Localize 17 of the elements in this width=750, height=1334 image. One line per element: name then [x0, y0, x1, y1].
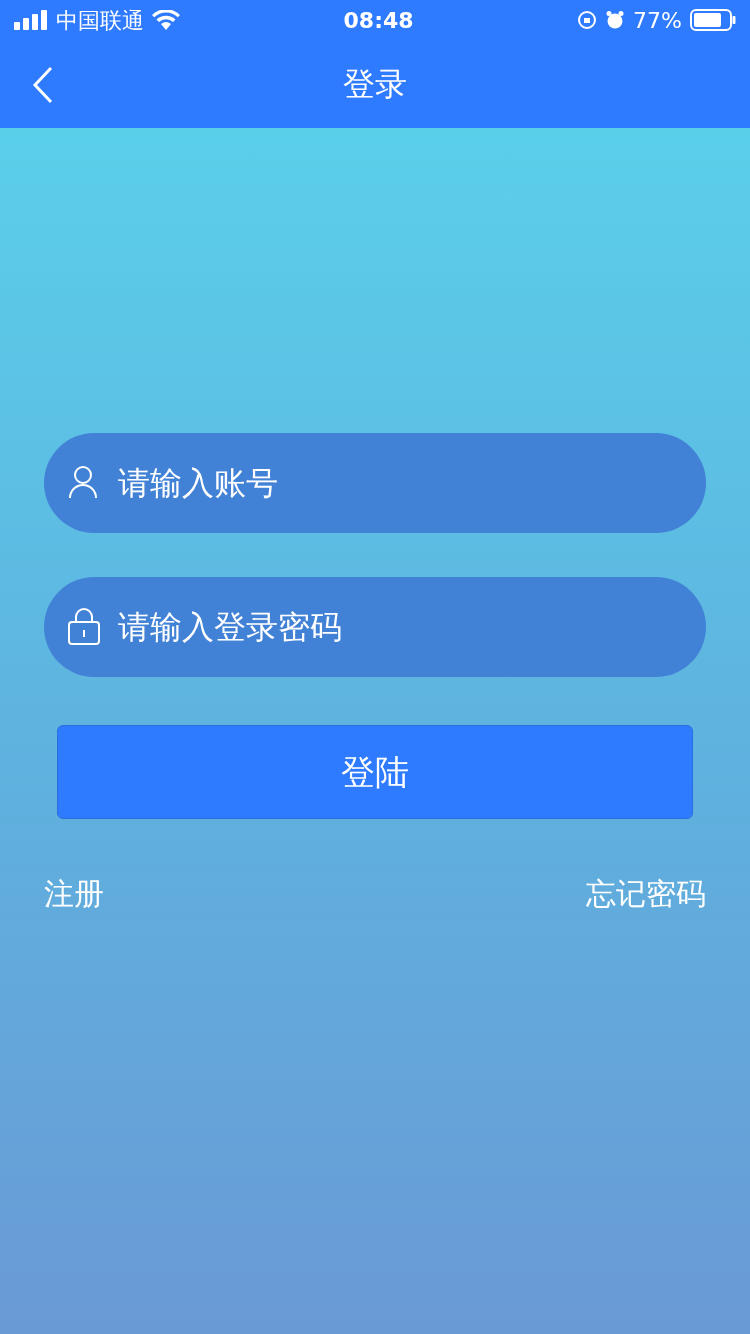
user-icon: [68, 465, 98, 499]
orientation-lock-icon: [577, 10, 598, 30]
register-link[interactable]: 注册: [44, 871, 104, 916]
clock-time: 08:48: [343, 6, 414, 35]
page-title: 登录: [343, 64, 407, 105]
signal-icon: [14, 10, 48, 30]
alarm-icon: [605, 10, 626, 30]
forgot-password-link[interactable]: 忘记密码: [586, 871, 706, 916]
login-button[interactable]: 登陆: [57, 725, 693, 819]
battery-icon: [690, 9, 736, 31]
back-icon: [32, 66, 54, 104]
battery-percent: 77%: [633, 6, 682, 35]
carrier-name: 中国联通: [56, 6, 144, 35]
lock-icon: [68, 607, 100, 645]
password-field[interactable]: 请输入登录密码: [44, 577, 706, 677]
account-field[interactable]: 请输入账号: [44, 433, 706, 533]
wifi-icon: [152, 10, 180, 30]
